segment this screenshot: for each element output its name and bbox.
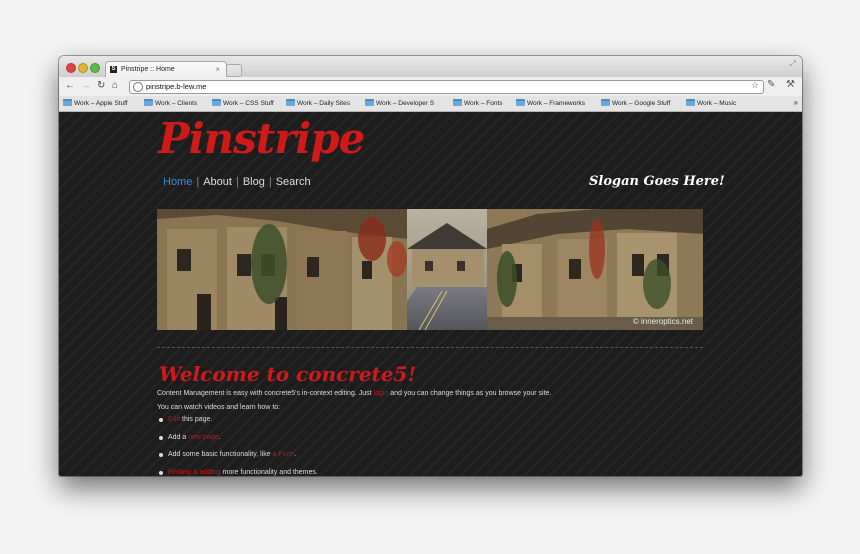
form-link[interactable]: a Form: [273, 451, 295, 458]
bookmark-folder[interactable]: Work – Fonts: [453, 99, 503, 108]
list-item: Edit this page.: [157, 415, 318, 433]
folder-icon: [212, 99, 221, 106]
browser-toolbar: ← → ↻ ⌂ pinstripe.b-lew.me ☆ ✎ ⚒: [59, 77, 802, 96]
nav-link-blog[interactable]: Blog: [243, 176, 265, 188]
extension-icon[interactable]: ✎: [767, 79, 775, 90]
list-item: Add a new page.: [157, 433, 318, 451]
intro-paragraph: Content Management is easy with concrete…: [157, 390, 552, 397]
bookmark-folder[interactable]: Work – CSS Stuff: [212, 99, 274, 108]
folder-icon: [286, 99, 295, 106]
nav-separator: |: [268, 176, 272, 188]
wrench-icon[interactable]: ⚒: [786, 79, 795, 90]
new-page-link[interactable]: new page: [188, 434, 218, 441]
how-to-list: Edit this page. Add a new page. Add some…: [157, 415, 318, 476]
tab-title: Pinstripe :: Home: [121, 66, 175, 73]
forward-icon[interactable]: →: [81, 80, 91, 92]
window-minimize-button[interactable]: [78, 63, 88, 73]
address-bar[interactable]: pinstripe.b-lew.me ☆: [129, 80, 764, 94]
bookmark-folder[interactable]: Work – Google Stuff: [601, 99, 670, 108]
site-favicon-icon: S: [110, 66, 117, 73]
folder-icon: [144, 99, 153, 106]
videos-paragraph: You can watch videos and learn how to:: [157, 404, 281, 411]
bookmark-folder[interactable]: Work – Clients: [144, 99, 197, 108]
bookmarks-overflow-button[interactable]: »: [794, 98, 798, 107]
nav-link-about[interactable]: About: [203, 176, 232, 188]
window-close-button[interactable]: [66, 63, 76, 73]
page-heading: Welcome to concrete5!: [159, 362, 417, 386]
nav-separator: |: [235, 176, 239, 188]
folder-icon: [63, 99, 72, 106]
bookmark-folder[interactable]: Work – Apple Stuff: [63, 99, 128, 108]
reload-icon[interactable]: ↻: [97, 80, 105, 92]
bookmark-folder[interactable]: Work – Frameworks: [516, 99, 585, 108]
list-item: Finding & adding more functionality and …: [157, 468, 318, 477]
bookmark-folder[interactable]: Work – Developer S: [365, 99, 445, 108]
page-info-icon[interactable]: [133, 82, 143, 92]
bookmark-star-icon[interactable]: ☆: [751, 80, 759, 91]
new-tab-button[interactable]: [226, 64, 242, 77]
hero-image: © inneroptics.net: [157, 209, 703, 330]
fullscreen-icon[interactable]: ⤢: [790, 59, 796, 69]
folder-icon: [516, 99, 525, 106]
bookmarks-bar: Work – Apple Stuff Work – Clients Work –…: [59, 96, 802, 112]
nav-link-home[interactable]: Home: [163, 176, 192, 188]
edit-link[interactable]: Edit: [168, 416, 180, 423]
list-item: Add some basic functionality, like a For…: [157, 450, 318, 468]
site-logo[interactable]: Pinstripe: [158, 114, 365, 163]
site-nav: Home | About | Blog | Search: [163, 176, 311, 188]
home-icon[interactable]: ⌂: [112, 80, 118, 92]
bookmark-folder[interactable]: Work – Daily Sites: [286, 99, 350, 108]
finding-adding-link[interactable]: Finding & adding: [168, 469, 221, 476]
folder-icon: [453, 99, 462, 106]
tab-close-icon[interactable]: ×: [215, 62, 220, 78]
web-page: Pinstripe Home | About | Blog | Search Slogan …: [59, 112, 802, 476]
site-slogan: Slogan Goes Here!: [589, 174, 725, 189]
nav-separator: |: [196, 176, 200, 188]
browser-window: S Pinstripe :: Home × ⤢ ← → ↻ ⌂ pinstrip…: [59, 56, 802, 476]
folder-icon: [365, 99, 374, 106]
folder-icon: [601, 99, 610, 106]
browser-tab[interactable]: S Pinstripe :: Home ×: [105, 61, 227, 78]
bookmark-folder[interactable]: Work – Music: [686, 99, 736, 108]
tab-strip: S Pinstripe :: Home × ⤢: [59, 56, 802, 78]
photo-credit: © inneroptics.net: [632, 317, 693, 326]
village-street-photo: [157, 209, 703, 330]
window-zoom-button[interactable]: [90, 63, 100, 73]
content-divider: [157, 347, 703, 348]
folder-icon: [686, 99, 695, 106]
back-icon[interactable]: ←: [65, 80, 75, 92]
url-text: pinstripe.b-lew.me: [146, 82, 207, 91]
nav-link-search[interactable]: Search: [276, 176, 311, 188]
login-link[interactable]: login: [374, 390, 389, 397]
